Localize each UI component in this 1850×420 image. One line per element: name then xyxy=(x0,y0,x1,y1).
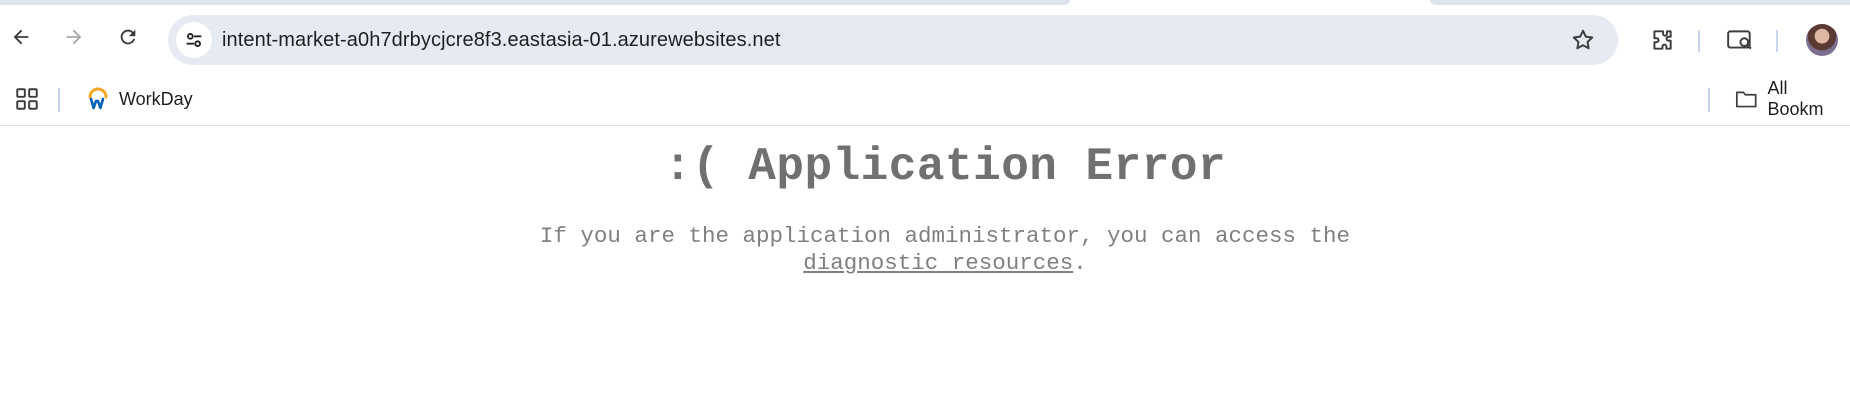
puzzle-icon xyxy=(1653,30,1672,50)
bookmarks-bar: WorkDay All Bookm xyxy=(0,74,1850,126)
star-icon[interactable] xyxy=(1570,27,1596,53)
workday-logo-icon xyxy=(88,87,108,110)
inactive-tab[interactable] xyxy=(0,0,1070,5)
error-message-text: If you are the application administrator… xyxy=(539,223,1351,249)
screen-search-icon xyxy=(1727,30,1752,50)
site-info-button[interactable] xyxy=(176,22,212,58)
toolbar-divider xyxy=(1698,30,1700,52)
address-bar[interactable]: intent-market-a0h7drbycjcre8f3.eastasia-… xyxy=(168,15,1618,65)
avatar[interactable] xyxy=(1806,24,1838,56)
reload-button[interactable] xyxy=(111,20,145,54)
all-bookmarks-label: All Bookm xyxy=(1767,78,1824,119)
back-button[interactable] xyxy=(4,20,38,54)
error-message-period: . xyxy=(1073,250,1087,276)
inactive-tab[interactable] xyxy=(1430,0,1850,5)
bookmarks-divider xyxy=(1708,88,1710,112)
apps-grid-icon[interactable] xyxy=(14,86,40,112)
reload-icon xyxy=(120,29,136,45)
error-message: If you are the application administrator… xyxy=(0,223,1850,277)
bookmarks-divider xyxy=(58,88,60,112)
folder-icon xyxy=(1735,91,1757,108)
url-text[interactable]: intent-market-a0h7drbycjcre8f3.eastasia-… xyxy=(222,15,781,65)
bookmark-label: WorkDay xyxy=(119,88,193,109)
screen-search-button[interactable] xyxy=(1726,26,1754,54)
page-content: :( Application Error If you are the appl… xyxy=(0,127,1850,420)
error-title: :( Application Error xyxy=(663,141,1227,193)
arrow-right-icon xyxy=(66,29,82,45)
browser-toolbar: intent-market-a0h7drbycjcre8f3.eastasia-… xyxy=(0,6,1850,74)
extensions-button[interactable] xyxy=(1648,26,1676,54)
tune-icon xyxy=(186,33,202,47)
all-bookmarks-button[interactable]: All Bookm xyxy=(1728,78,1850,119)
forward-button[interactable] xyxy=(57,20,91,54)
arrow-left-icon xyxy=(13,29,29,45)
toolbar-divider xyxy=(1776,30,1778,52)
bookmark-workday[interactable]: WorkDay xyxy=(80,82,199,116)
diagnostic-resources-link[interactable]: diagnostic resources xyxy=(803,250,1073,276)
